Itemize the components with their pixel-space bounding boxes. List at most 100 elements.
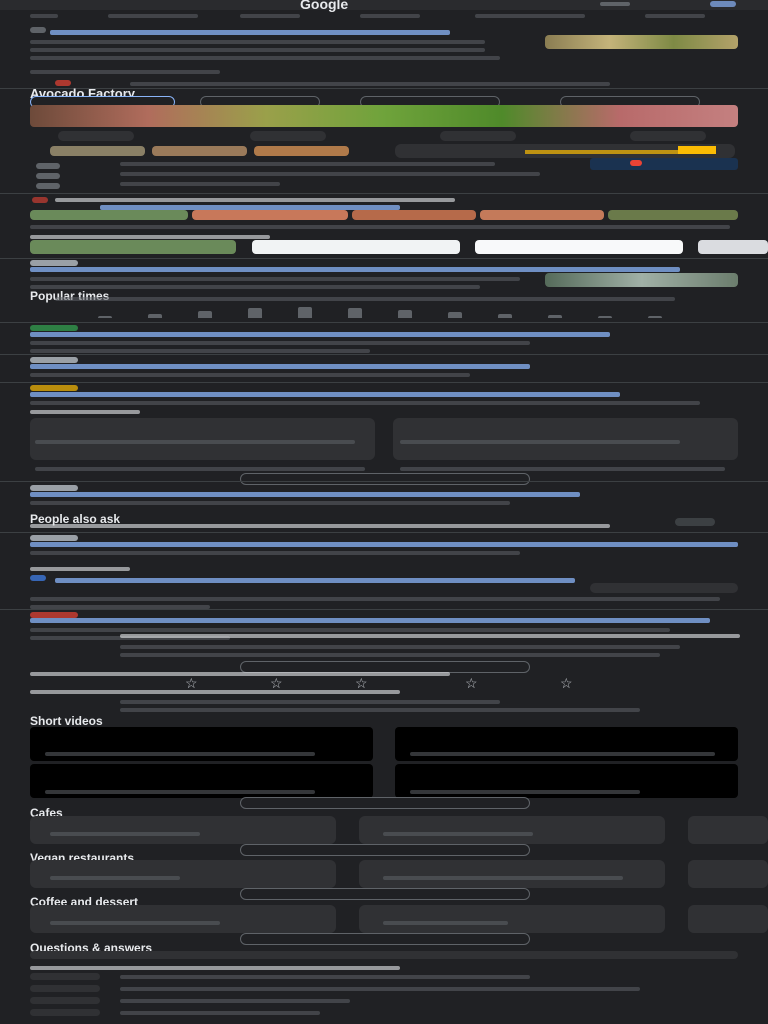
rate-review-heading xyxy=(30,672,450,676)
image-caption xyxy=(400,467,725,471)
result-title-link[interactable] xyxy=(50,30,450,35)
related-search-link[interactable] xyxy=(120,999,350,1003)
google-logo[interactable]: Google xyxy=(300,0,348,12)
review-quote xyxy=(120,653,660,657)
place-card[interactable] xyxy=(359,816,665,844)
menu-doc[interactable] xyxy=(30,240,236,254)
related-search-link[interactable] xyxy=(120,1011,320,1015)
result-title-link[interactable] xyxy=(30,542,738,547)
place-card[interactable] xyxy=(359,905,665,933)
search-tabs xyxy=(30,12,760,22)
result-title-link[interactable] xyxy=(30,332,610,337)
tab-images[interactable] xyxy=(108,14,198,18)
apps-icon[interactable] xyxy=(600,2,630,6)
images-heading xyxy=(30,410,140,414)
place-card[interactable] xyxy=(688,816,768,844)
popular-times-bar xyxy=(198,311,212,318)
kp-action-save[interactable] xyxy=(440,131,516,141)
result-snippet-line xyxy=(30,597,720,601)
result-title-link[interactable] xyxy=(55,578,575,583)
menu-photo[interactable] xyxy=(192,210,348,220)
place-card[interactable] xyxy=(688,905,768,933)
rate-star-icon[interactable]: ☆ xyxy=(185,676,198,690)
place-card[interactable] xyxy=(30,816,336,844)
related-search-item[interactable] xyxy=(30,985,100,992)
divider xyxy=(0,481,768,482)
image-result[interactable] xyxy=(393,418,738,460)
rate-star-icon[interactable]: ☆ xyxy=(465,676,478,690)
result-title-link[interactable] xyxy=(30,492,580,497)
menu-source-icon xyxy=(32,197,48,203)
popular-times-chart xyxy=(80,304,680,318)
result-thumbnail[interactable] xyxy=(545,35,738,49)
kp-photo-thumb[interactable] xyxy=(152,146,247,156)
menu-photo[interactable] xyxy=(608,210,738,220)
place-name xyxy=(50,921,220,925)
menu-heading xyxy=(55,198,455,202)
related-search-link[interactable] xyxy=(120,708,640,712)
result-snippet-line xyxy=(30,40,485,44)
kp-action-website[interactable] xyxy=(58,131,134,141)
tab-videos[interactable] xyxy=(360,14,420,18)
paa-chevron-icon[interactable] xyxy=(675,518,715,526)
related-search-link[interactable] xyxy=(120,987,640,991)
result-title-link[interactable] xyxy=(30,392,620,397)
tab-maps[interactable] xyxy=(240,14,300,18)
paa-question[interactable] xyxy=(30,524,610,528)
related-search-link[interactable] xyxy=(120,700,500,704)
image-result[interactable] xyxy=(30,418,375,460)
place-card[interactable] xyxy=(359,860,665,888)
result-snippet-line xyxy=(30,551,520,555)
result-thumbnail[interactable] xyxy=(545,273,738,287)
kp-photo-thumb[interactable] xyxy=(50,146,145,156)
map-pin-icon xyxy=(630,160,642,166)
result-sitelinks[interactable] xyxy=(130,82,610,86)
hours-icon xyxy=(36,173,60,179)
place-card[interactable] xyxy=(688,860,768,888)
popular-times-bar xyxy=(248,308,262,318)
popular-times-day-selector[interactable] xyxy=(55,297,675,301)
kp-photo-thumb[interactable] xyxy=(254,146,349,156)
menu-photo[interactable] xyxy=(30,210,188,220)
view-all-button[interactable] xyxy=(240,844,530,856)
menu-docs-heading xyxy=(30,235,270,239)
kp-map[interactable] xyxy=(590,158,738,170)
ask-question-input[interactable] xyxy=(30,951,738,959)
rate-star-icon[interactable]: ☆ xyxy=(355,676,368,690)
tab-all[interactable] xyxy=(30,14,58,18)
account-avatar-icon[interactable] xyxy=(710,1,736,7)
rate-star-icon[interactable]: ☆ xyxy=(270,676,283,690)
related-search-link[interactable] xyxy=(120,975,530,979)
kp-action-call[interactable] xyxy=(630,131,706,141)
divider xyxy=(0,322,768,323)
result-title-link[interactable] xyxy=(30,267,680,272)
menu-doc[interactable] xyxy=(252,240,460,254)
menu-photo[interactable] xyxy=(352,210,476,220)
related-search-item[interactable] xyxy=(30,997,100,1004)
menu-photo[interactable] xyxy=(480,210,604,220)
popular-times-bar xyxy=(498,314,512,318)
video-caption xyxy=(410,790,640,794)
result-title-link[interactable] xyxy=(30,364,530,369)
place-name xyxy=(50,876,180,880)
menu-doc[interactable] xyxy=(698,240,768,254)
result-snippet-line xyxy=(30,373,470,377)
place-card[interactable] xyxy=(30,860,336,888)
tab-shopping[interactable] xyxy=(475,14,585,18)
tab-news[interactable] xyxy=(645,14,705,18)
more-short-videos-button[interactable] xyxy=(240,797,530,809)
kp-hero-photo[interactable] xyxy=(30,105,738,127)
related-search-item[interactable] xyxy=(30,973,100,980)
view-all-button[interactable] xyxy=(240,933,530,945)
kp-action-directions[interactable] xyxy=(250,131,326,141)
result-title-link[interactable] xyxy=(30,618,710,623)
place-card[interactable] xyxy=(30,905,336,933)
popular-times-bar xyxy=(348,308,362,318)
related-search-item[interactable] xyxy=(30,1009,100,1016)
rate-star-icon[interactable]: ☆ xyxy=(560,676,573,690)
result-snippet-line xyxy=(30,628,670,632)
view-all-button[interactable] xyxy=(240,888,530,900)
menu-doc[interactable] xyxy=(475,240,683,254)
more-images-button[interactable] xyxy=(240,473,530,485)
review-source-chip[interactable] xyxy=(590,583,738,593)
